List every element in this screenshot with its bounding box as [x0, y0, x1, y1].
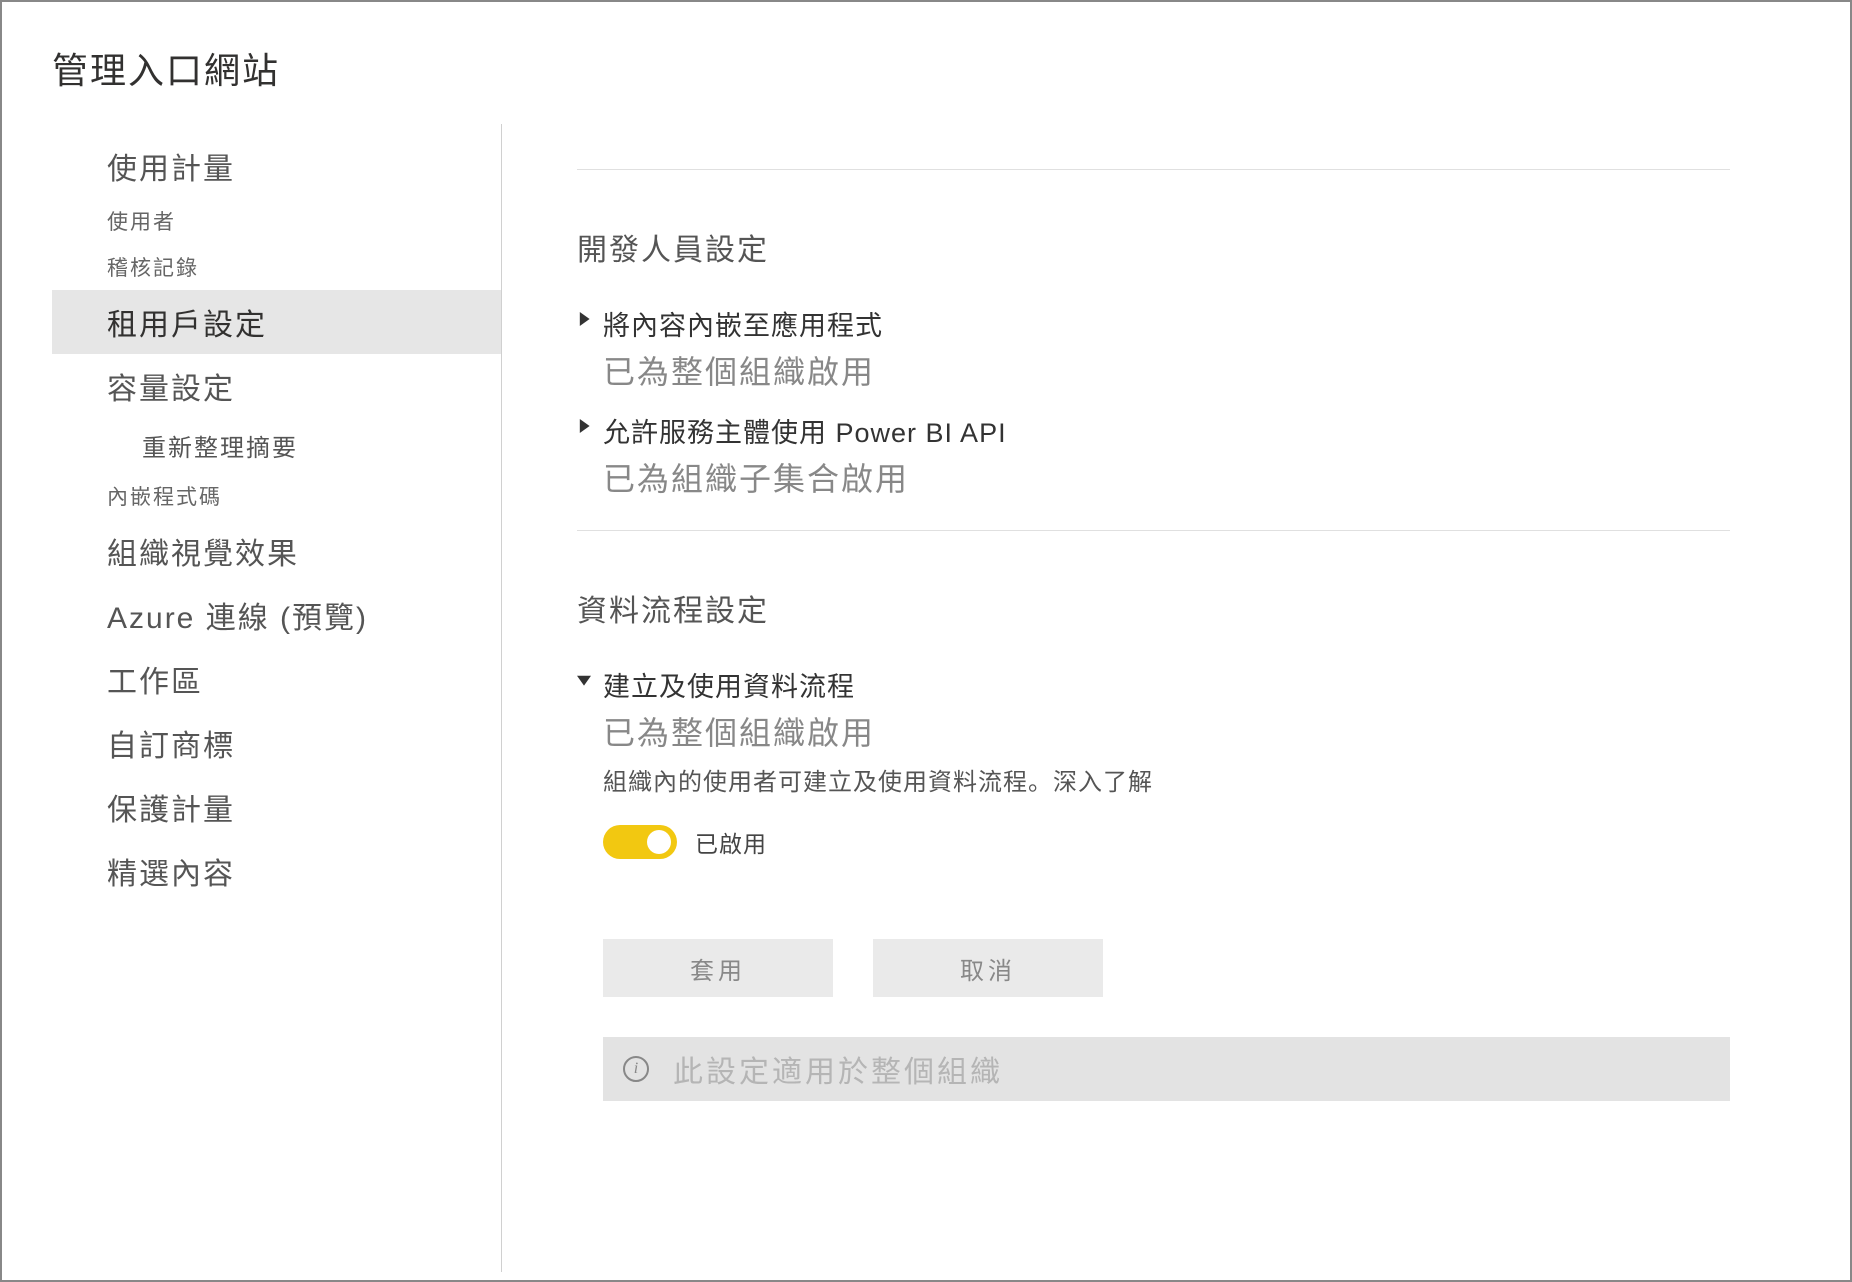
setting-description: 組織內的使用者可建立及使用資料流程。深入了解: [603, 762, 1730, 797]
setting-title: 允許服務主體使用 Power BI API: [603, 411, 1730, 450]
caret-down-icon: [577, 665, 603, 692]
info-banner: i 此設定適用於整個組織: [603, 1037, 1730, 1101]
sidebar-item-capacity-settings[interactable]: 容量設定: [52, 354, 501, 418]
setting-title: 建立及使用資料流程: [603, 665, 1730, 704]
sidebar-item-custom-branding[interactable]: 自訂商標: [52, 711, 501, 775]
sidebar-item-embed-codes[interactable]: 內嵌程式碼: [52, 473, 501, 519]
toggle-knob: [647, 830, 671, 854]
setting-embed-content[interactable]: 將內容內嵌至應用程式 已為整個組織啟用: [577, 304, 1730, 393]
setting-status: 已為組織子集合啟用: [603, 454, 1730, 500]
sidebar-item-azure-connections[interactable]: Azure 連線 (預覽): [52, 583, 501, 647]
sidebar-item-audit-logs[interactable]: 稽核記錄: [52, 244, 501, 290]
dataflow-settings-heading: 資料流程設定: [577, 586, 1730, 630]
developer-settings-heading: 開發人員設定: [577, 225, 1730, 269]
info-icon: i: [623, 1056, 649, 1082]
sidebar-item-protection-metrics[interactable]: 保護計量: [52, 775, 501, 839]
sidebar-item-refresh-summary[interactable]: 重新整理摘要: [52, 418, 501, 473]
info-banner-text: 此設定適用於整個組織: [673, 1047, 1003, 1091]
sidebar-item-workspaces[interactable]: 工作區: [52, 647, 501, 711]
divider: [577, 169, 1730, 170]
sidebar-item-users[interactable]: 使用者: [52, 198, 501, 244]
sidebar-item-usage-metrics[interactable]: 使用計量: [52, 134, 501, 198]
setting-service-principal[interactable]: 允許服務主體使用 Power BI API 已為組織子集合啟用: [577, 411, 1730, 500]
setting-status: 已為整個組織啟用: [603, 708, 1730, 754]
main-content: 開發人員設定 將內容內嵌至應用程式 已為整個組織啟用 允許服務主體使用 Powe…: [502, 124, 1800, 1272]
enabled-toggle[interactable]: [603, 825, 677, 859]
sidebar-item-featured-content[interactable]: 精選內容: [52, 839, 501, 903]
caret-right-icon: [577, 411, 603, 438]
cancel-button[interactable]: 取消: [873, 939, 1103, 997]
apply-button[interactable]: 套用: [603, 939, 833, 997]
setting-title: 將內容內嵌至應用程式: [603, 304, 1730, 343]
sidebar-item-org-visuals[interactable]: 組織視覺效果: [52, 519, 501, 583]
setting-status: 已為整個組織啟用: [603, 347, 1730, 393]
setting-create-dataflow[interactable]: 建立及使用資料流程 已為整個組織啟用 組織內的使用者可建立及使用資料流程。深入了…: [577, 665, 1730, 1101]
divider: [577, 530, 1730, 531]
sidebar: 使用計量 使用者 稽核記錄 租用戶設定 容量設定 重新整理摘要 內嵌程式碼 組織…: [52, 124, 502, 1272]
page-title: 管理入口網站: [52, 42, 1800, 94]
toggle-label: 已啟用: [695, 825, 767, 859]
sidebar-item-tenant-settings[interactable]: 租用戶設定: [52, 290, 501, 354]
caret-right-icon: [577, 304, 603, 331]
